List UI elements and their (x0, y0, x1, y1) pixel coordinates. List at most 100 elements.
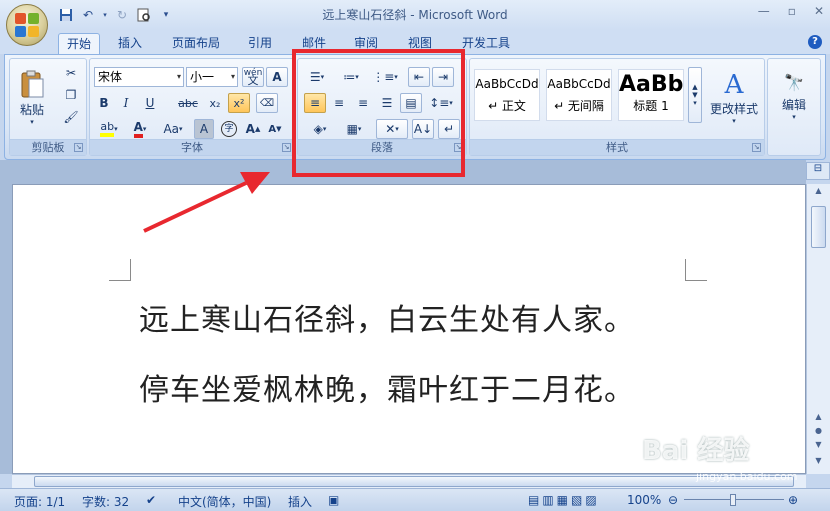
clipboard-group: 粘贴 ▾ ✂ ❐ 🖌 剪贴板 ↘ (9, 58, 87, 156)
change-styles-icon: A (724, 69, 744, 100)
font-size-combo[interactable]: 小一 ▾ (186, 67, 238, 87)
previous-page-icon[interactable]: ▲ (811, 412, 826, 426)
binoculars-icon: 🔭 (784, 73, 804, 92)
phonetic-guide-button[interactable]: wén 文 (242, 67, 264, 87)
scroll-up-icon[interactable]: ▲ (811, 186, 826, 200)
ruler-icon: ⊟ (813, 163, 823, 174)
paste-icon (21, 70, 44, 97)
paste-button[interactable]: 粘贴 ▾ (14, 63, 50, 131)
zoom-slider-thumb[interactable] (730, 494, 736, 506)
style-sample: AaBbCcDd (547, 77, 611, 91)
font-size-value: 小一 (190, 70, 215, 84)
window-title: 远上寒山石径斜 - Microsoft Word (322, 8, 508, 22)
chevron-down-icon: ▾ (179, 125, 183, 133)
change-styles-label: 更改样式 (709, 101, 758, 116)
style-name: 标题 1 (633, 99, 669, 113)
dialog-launcher-icon[interactable]: ↘ (282, 143, 291, 152)
scroll-down-icon: ▼ (692, 91, 698, 99)
styles-group: AaBbCcDd ↵ 正文 AaBbCcDd ↵ 无间隔 AaBb 标题 1 ▲… (469, 58, 765, 156)
enclose-characters-icon: 字 (221, 121, 237, 137)
font-group: 宋体 ▾ 小一 ▾ wén 文 A B I U abc x₂ x² ⌫ ab ▾ A ▾ … (89, 58, 295, 156)
proofing-icon[interactable]: ✔ (146, 493, 156, 507)
chevron-down-icon: ▾ (732, 116, 736, 125)
styles-scroll[interactable]: ▲ ▼ ▾ (688, 67, 702, 123)
character-shading-label: A (199, 122, 209, 136)
style-name: ↵ 正文 (488, 99, 526, 113)
strikethrough-button[interactable]: abc (174, 93, 202, 113)
shrink-font-label: A (268, 123, 277, 135)
tab-home[interactable]: 开始 (58, 33, 101, 54)
eraser-icon: ⌫ (259, 97, 275, 109)
copy-button[interactable]: ❐ (60, 85, 82, 105)
page-count[interactable]: 页面: 1/1 (14, 493, 65, 510)
browse-object-icon[interactable]: ● (811, 426, 826, 440)
next-page-icon[interactable]: ▼ (811, 440, 826, 454)
character-border-button[interactable]: A (266, 67, 288, 87)
change-case-button[interactable]: Aa ▾ (158, 119, 188, 139)
document-line-2[interactable]: 停车坐爱枫林晚，霜叶红于二月花。 (139, 365, 635, 409)
dialog-launcher-icon[interactable]: ↘ (74, 143, 83, 152)
scroll-thumb[interactable] (811, 206, 826, 248)
margin-corner-mark (685, 259, 707, 281)
character-shading-button[interactable]: A (194, 119, 214, 139)
copy-icon: ❐ (65, 88, 77, 102)
shrink-font-button[interactable]: A ▼ (264, 119, 286, 139)
status-bar: 页面: 1/1 字数: 32 ✔ 中文(简体，中国) 插入 ▣ ▤▥▦▧▨ 10… (0, 488, 830, 511)
scroll-down-icon[interactable]: ▼ (811, 456, 826, 470)
chevron-down-icon: ▾ (230, 72, 235, 81)
view-buttons[interactable]: ▤▥▦▧▨ (528, 493, 600, 507)
italic-button[interactable]: I (116, 93, 136, 113)
minimize-icon[interactable]: — (758, 4, 770, 18)
underline-button[interactable]: U (138, 93, 162, 113)
tab-page-layout[interactable]: 页面布局 (164, 33, 228, 54)
style-no-spacing[interactable]: AaBbCcDd ↵ 无间隔 (546, 69, 612, 121)
format-painter-button[interactable]: 🖌 (60, 107, 82, 127)
font-group-label: 字体 (90, 139, 294, 155)
close-icon[interactable]: ✕ (814, 4, 824, 18)
style-sample: AaBb (619, 72, 684, 97)
change-styles-button[interactable]: A 更改样式 ▾ (706, 63, 762, 131)
phonetic-guide-char: 文 (247, 74, 259, 87)
watermark-url: jingyan.baidu.com (696, 470, 798, 483)
subscript-button[interactable]: x₂ (204, 93, 226, 113)
enclose-characters-button[interactable]: 字 (218, 119, 240, 139)
office-logo-icon (15, 13, 39, 37)
help-icon[interactable]: ? (808, 35, 822, 49)
zoom-out-icon[interactable]: ⊖ (668, 493, 678, 507)
bold-button[interactable]: B (94, 93, 114, 113)
font-color-button[interactable]: A ▾ (126, 119, 154, 139)
macro-record-icon[interactable]: ▣ (328, 493, 339, 507)
view-ruler-button[interactable]: ⊟ (806, 162, 830, 180)
editing-button[interactable]: 🔭 编辑 ▾ (772, 63, 816, 131)
superscript-button[interactable]: x² (228, 93, 250, 113)
grow-font-label: A (245, 122, 255, 136)
highlight-color-button[interactable]: ab ▾ (94, 119, 124, 139)
margin-corner-mark (109, 259, 131, 281)
tab-references[interactable]: 引用 (240, 33, 280, 54)
office-button[interactable] (6, 4, 48, 46)
style-heading-1[interactable]: AaBb 标题 1 (618, 69, 684, 121)
horizontal-scrollbar[interactable] (12, 474, 806, 488)
style-normal[interactable]: AaBbCcDd ↵ 正文 (474, 69, 540, 121)
word-count[interactable]: 字数: 32 (82, 493, 129, 510)
scissors-icon: ✂ (65, 66, 77, 80)
zoom-in-icon[interactable]: ⊕ (788, 493, 798, 507)
zoom-level[interactable]: 100% (627, 493, 661, 507)
editing-group: 🔭 编辑 ▾ (767, 58, 821, 156)
style-sample: AaBbCcDd (475, 77, 539, 91)
paragraph-highlight-box (292, 49, 465, 177)
cut-button[interactable]: ✂ (60, 63, 82, 83)
insert-mode[interactable]: 插入 (288, 493, 312, 510)
document-line-1[interactable]: 远上寒山石径斜，白云生处有人家。 (139, 295, 635, 339)
window-controls: — ▫ ✕ (758, 4, 824, 18)
dialog-launcher-icon[interactable]: ↘ (752, 143, 761, 152)
clear-formatting-button[interactable]: ⌫ (256, 93, 278, 113)
grow-font-button[interactable]: A ▲ (242, 119, 264, 139)
language-indicator[interactable]: 中文(简体，中国) (178, 493, 271, 510)
tab-insert[interactable]: 插入 (110, 33, 150, 54)
scroll-thumb[interactable] (34, 476, 794, 487)
vertical-scrollbar[interactable]: ▲ ▲ ● ▼ ▼ (806, 184, 830, 474)
font-name-combo[interactable]: 宋体 ▾ (94, 67, 184, 87)
maximize-icon[interactable]: ▫ (788, 4, 796, 18)
brush-icon: 🖌 (63, 110, 79, 124)
